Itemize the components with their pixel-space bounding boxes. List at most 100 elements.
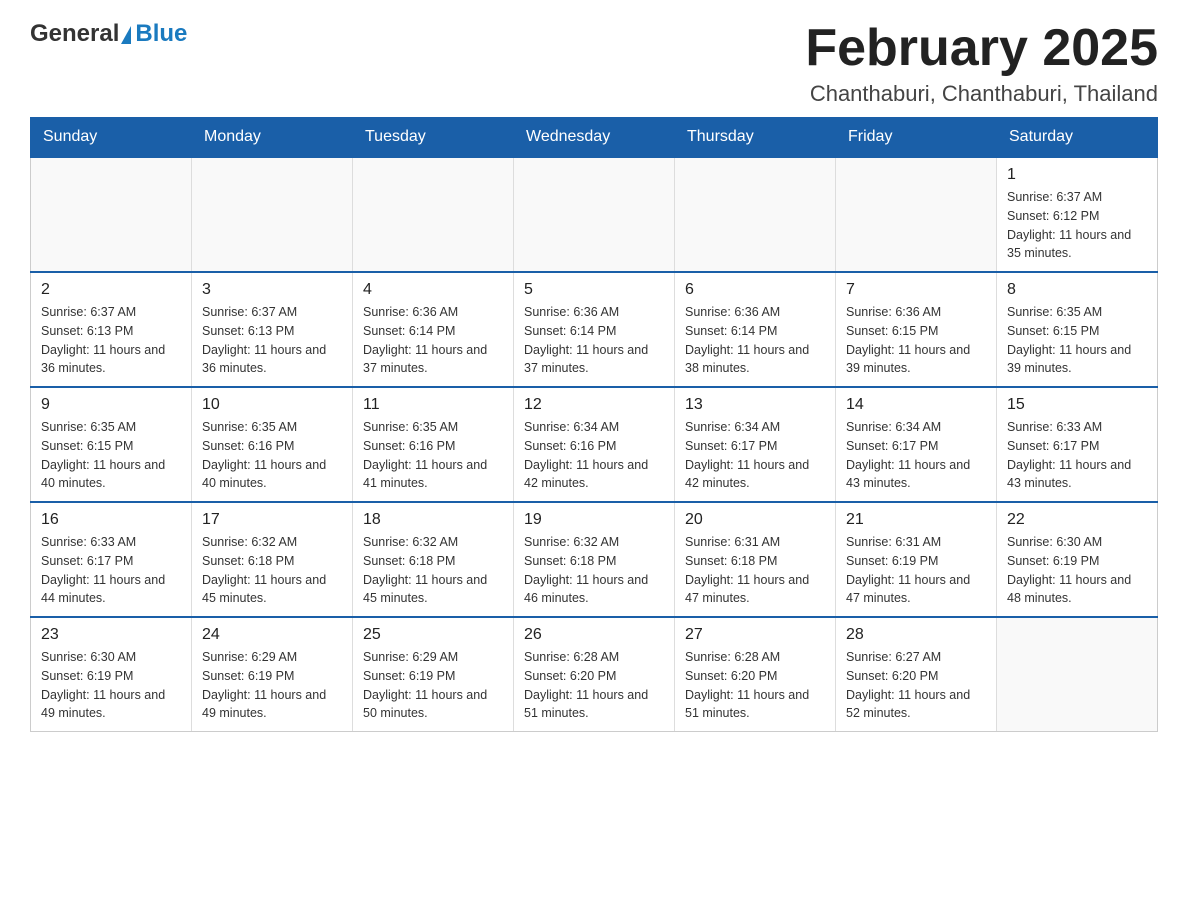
calendar-cell: 1 Sunrise: 6:37 AM Sunset: 6:12 PM Daylig…: [997, 157, 1158, 272]
day-number: 5: [524, 281, 664, 299]
calendar-cell: 20 Sunrise: 6:31 AM Sunset: 6:18 PM Dayli…: [675, 502, 836, 617]
day-number: 23: [41, 626, 181, 644]
day-info: Sunrise: 6:30 AM Sunset: 6:19 PM Dayligh…: [41, 648, 181, 723]
day-number: 2: [41, 281, 181, 299]
calendar-cell: 2Sunrise: 6:37 AM Sunset: 6:13 PM Daylig…: [31, 272, 192, 387]
day-number: 25: [363, 626, 503, 644]
day-number: 15: [1007, 396, 1147, 414]
logo: General Blue: [30, 20, 187, 48]
calendar-day-header: Monday: [192, 118, 353, 158]
day-info: Sunrise: 6:35 AM Sunset: 6:15 PM Dayligh…: [41, 418, 181, 493]
calendar-cell: 15 Sunrise: 6:33 AM Sunset: 6:17 PM Dayli…: [997, 387, 1158, 502]
calendar-cell: 13 Sunrise: 6:34 AM Sunset: 6:17 PM Dayli…: [675, 387, 836, 502]
day-number: 18: [363, 511, 503, 529]
day-info: Sunrise: 6:34 AM Sunset: 6:17 PM Dayligh…: [685, 418, 825, 493]
day-info: Sunrise: 6:37 AM Sunset: 6:13 PM Dayligh…: [202, 303, 342, 378]
calendar-cell: 28 Sunrise: 6:27 AM Sunset: 6:20 PM Dayli…: [836, 617, 997, 732]
day-number: 11: [363, 396, 503, 414]
day-number: 8: [1007, 281, 1147, 299]
day-info: Sunrise: 6:32 AM Sunset: 6:18 PM Dayligh…: [363, 533, 503, 608]
calendar-day-header: Tuesday: [353, 118, 514, 158]
calendar-week-row: 2 Sunrise: 6:37 AM Sunset: 6:13 PM Daylig…: [31, 272, 1158, 387]
calendar-cell: [514, 157, 675, 272]
location-title: Chanthaburi, Chanthaburi, Thailand: [805, 81, 1158, 107]
calendar-cell: [353, 157, 514, 272]
calendar-cell: 9Sunrise: 6:35 AM Sunset: 6:15 PM Daylig…: [31, 387, 192, 502]
calendar-day-header: Saturday: [997, 118, 1158, 158]
day-info: Sunrise: 6:35 AM Sunset: 6:16 PM Dayligh…: [202, 418, 342, 493]
day-info: Sunrise: 6:35 AM Sunset: 6:15 PM Dayligh…: [1007, 303, 1147, 378]
calendar-day-header: Wednesday: [514, 118, 675, 158]
calendar-cell: 7 Sunrise: 6:36 AM Sunset: 6:15 PM Daylig…: [836, 272, 997, 387]
calendar-cell: 8 Sunrise: 6:35 AM Sunset: 6:15 PM Daylig…: [997, 272, 1158, 387]
calendar-week-row: 1 Sunrise: 6:37 AM Sunset: 6:12 PM Daylig…: [31, 157, 1158, 272]
day-number: 27: [685, 626, 825, 644]
calendar-cell: 27 Sunrise: 6:28 AM Sunset: 6:20 PM Dayli…: [675, 617, 836, 732]
day-info: Sunrise: 6:36 AM Sunset: 6:15 PM Dayligh…: [846, 303, 986, 378]
day-number: 7: [846, 281, 986, 299]
day-info: Sunrise: 6:37 AM Sunset: 6:12 PM Dayligh…: [1007, 188, 1147, 263]
day-number: 6: [685, 281, 825, 299]
day-number: 22: [1007, 511, 1147, 529]
month-title: February 2025: [805, 20, 1158, 77]
day-number: 21: [846, 511, 986, 529]
day-number: 12: [524, 396, 664, 414]
day-number: 3: [202, 281, 342, 299]
calendar-cell: 6 Sunrise: 6:36 AM Sunset: 6:14 PM Daylig…: [675, 272, 836, 387]
day-info: Sunrise: 6:29 AM Sunset: 6:19 PM Dayligh…: [202, 648, 342, 723]
day-info: Sunrise: 6:36 AM Sunset: 6:14 PM Dayligh…: [685, 303, 825, 378]
calendar-cell: 24 Sunrise: 6:29 AM Sunset: 6:19 PM Dayli…: [192, 617, 353, 732]
calendar-day-header: Sunday: [31, 118, 192, 158]
calendar-week-row: 23 Sunrise: 6:30 AM Sunset: 6:19 PM Dayli…: [31, 617, 1158, 732]
day-info: Sunrise: 6:31 AM Sunset: 6:19 PM Dayligh…: [846, 533, 986, 608]
calendar-cell: 16 Sunrise: 6:33 AM Sunset: 6:17 PM Dayli…: [31, 502, 192, 617]
calendar-day-header: Thursday: [675, 118, 836, 158]
day-number: 26: [524, 626, 664, 644]
day-info: Sunrise: 6:34 AM Sunset: 6:17 PM Dayligh…: [846, 418, 986, 493]
day-number: 1: [1007, 166, 1147, 184]
calendar-cell: [31, 157, 192, 272]
day-info: Sunrise: 6:28 AM Sunset: 6:20 PM Dayligh…: [685, 648, 825, 723]
day-number: 17: [202, 511, 342, 529]
calendar-header-row: SundayMondayTuesdayWednesdayThursdayFrid…: [31, 118, 1158, 158]
calendar-cell: 25 Sunrise: 6:29 AM Sunset: 6:19 PM Dayli…: [353, 617, 514, 732]
calendar-table: SundayMondayTuesdayWednesdayThursdayFrid…: [30, 117, 1158, 732]
day-info: Sunrise: 6:32 AM Sunset: 6:18 PM Dayligh…: [202, 533, 342, 608]
day-number: 28: [846, 626, 986, 644]
day-info: Sunrise: 6:29 AM Sunset: 6:19 PM Dayligh…: [363, 648, 503, 723]
day-info: Sunrise: 6:36 AM Sunset: 6:14 PM Dayligh…: [524, 303, 664, 378]
calendar-cell: 11 Sunrise: 6:35 AM Sunset: 6:16 PM Dayli…: [353, 387, 514, 502]
day-number: 16: [41, 511, 181, 529]
calendar-cell: 21 Sunrise: 6:31 AM Sunset: 6:19 PM Dayli…: [836, 502, 997, 617]
day-info: Sunrise: 6:33 AM Sunset: 6:17 PM Dayligh…: [1007, 418, 1147, 493]
day-info: Sunrise: 6:35 AM Sunset: 6:16 PM Dayligh…: [363, 418, 503, 493]
calendar-cell: 17 Sunrise: 6:32 AM Sunset: 6:18 PM Dayli…: [192, 502, 353, 617]
day-number: 20: [685, 511, 825, 529]
calendar-cell: [192, 157, 353, 272]
day-number: 13: [685, 396, 825, 414]
day-info: Sunrise: 6:36 AM Sunset: 6:14 PM Dayligh…: [363, 303, 503, 378]
logo-blue-text: Blue: [135, 20, 187, 48]
calendar-cell: 12 Sunrise: 6:34 AM Sunset: 6:16 PM Dayli…: [514, 387, 675, 502]
calendar-cell: 23 Sunrise: 6:30 AM Sunset: 6:19 PM Dayli…: [31, 617, 192, 732]
calendar-cell: 5 Sunrise: 6:36 AM Sunset: 6:14 PM Daylig…: [514, 272, 675, 387]
day-number: 24: [202, 626, 342, 644]
calendar-cell: [675, 157, 836, 272]
day-info: Sunrise: 6:34 AM Sunset: 6:16 PM Dayligh…: [524, 418, 664, 493]
day-info: Sunrise: 6:31 AM Sunset: 6:18 PM Dayligh…: [685, 533, 825, 608]
day-info: Sunrise: 6:28 AM Sunset: 6:20 PM Dayligh…: [524, 648, 664, 723]
page-header: General Blue February 2025 Chanthaburi, …: [30, 20, 1158, 107]
day-info: Sunrise: 6:33 AM Sunset: 6:17 PM Dayligh…: [41, 533, 181, 608]
calendar-cell: [997, 617, 1158, 732]
calendar-cell: 3 Sunrise: 6:37 AM Sunset: 6:13 PM Daylig…: [192, 272, 353, 387]
calendar-cell: 10 Sunrise: 6:35 AM Sunset: 6:16 PM Dayli…: [192, 387, 353, 502]
calendar-cell: 22 Sunrise: 6:30 AM Sunset: 6:19 PM Dayli…: [997, 502, 1158, 617]
calendar-day-header: Friday: [836, 118, 997, 158]
calendar-week-row: 9Sunrise: 6:35 AM Sunset: 6:15 PM Daylig…: [31, 387, 1158, 502]
day-info: Sunrise: 6:30 AM Sunset: 6:19 PM Dayligh…: [1007, 533, 1147, 608]
day-info: Sunrise: 6:27 AM Sunset: 6:20 PM Dayligh…: [846, 648, 986, 723]
calendar-cell: 14Sunrise: 6:34 AM Sunset: 6:17 PM Dayli…: [836, 387, 997, 502]
day-number: 10: [202, 396, 342, 414]
day-number: 19: [524, 511, 664, 529]
logo-triangle-icon: [121, 26, 131, 44]
